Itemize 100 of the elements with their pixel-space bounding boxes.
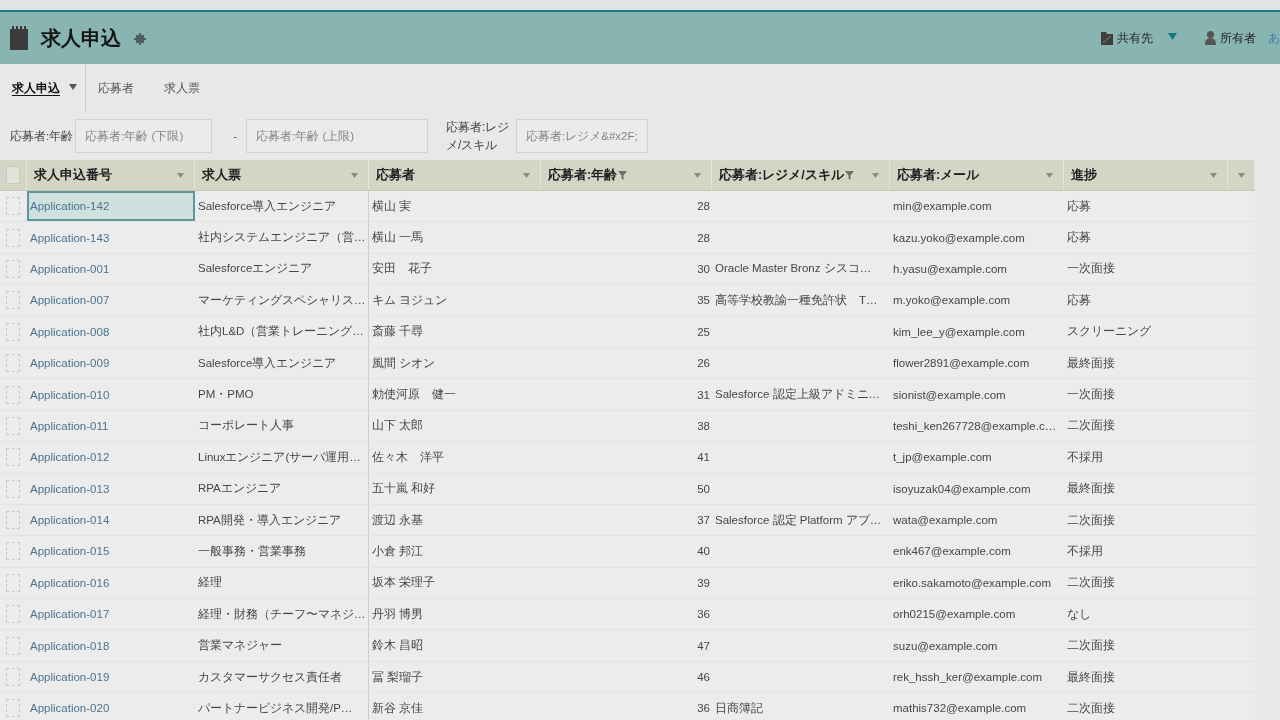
- application-link[interactable]: Application-142: [27, 191, 195, 222]
- share-button[interactable]: 共有先: [1101, 29, 1177, 47]
- column-header[interactable]: 応募者:メール: [890, 160, 1064, 190]
- column-header[interactable]: 求人申込番号: [27, 160, 195, 190]
- caret-icon[interactable]: [1237, 172, 1245, 178]
- table-cell: パートナービジネス開発/P…: [195, 693, 369, 720]
- table-cell-text: 最終面接: [1066, 669, 1116, 685]
- table-cell-text: 36: [696, 607, 711, 623]
- application-link[interactable]: Application-010: [27, 379, 195, 410]
- row-checkbox[interactable]: [6, 479, 20, 498]
- caret-icon: [1168, 32, 1177, 40]
- row-checkbox[interactable]: [6, 259, 20, 278]
- table-cell-text: 勅使河原 健一: [371, 387, 457, 403]
- row-checkbox[interactable]: [6, 322, 20, 341]
- application-link[interactable]: Application-009: [27, 347, 195, 379]
- row-checkbox[interactable]: [6, 699, 20, 718]
- table-cell-text: 風間 シオン: [371, 355, 437, 371]
- table-cell-text: h.yasu@example.com: [892, 261, 1008, 277]
- column-header[interactable]: 応募者:レジメ/スキル: [712, 160, 890, 190]
- table-cell-text: 応募: [1066, 198, 1092, 214]
- tab[interactable]: 求人申込: [0, 64, 86, 112]
- table-cell-text: eriko.sakamoto@example.com: [892, 575, 1053, 591]
- row-checkbox[interactable]: [6, 354, 20, 373]
- table-cell-text: 最終面接: [1066, 355, 1116, 371]
- table-cell: Linuxエンジニア(サーバ運用…: [195, 442, 369, 473]
- row-checkbox[interactable]: [6, 448, 20, 467]
- table-cell-text: 35: [696, 293, 711, 309]
- row-checkbox[interactable]: [6, 228, 20, 247]
- application-link[interactable]: Application-014: [27, 504, 195, 536]
- table-cell-text: 日商簿記: [714, 700, 764, 716]
- row-checkbox[interactable]: [6, 511, 20, 530]
- row-checkbox[interactable]: [6, 668, 20, 687]
- filter-label: 応募者:年齢: [10, 128, 74, 144]
- caret-icon: [69, 84, 77, 90]
- row-checkbox[interactable]: [6, 416, 20, 435]
- range-separator: -: [233, 130, 238, 142]
- table-cell-text: 小倉 邦江: [371, 544, 425, 559]
- column-header[interactable]: 求人票: [195, 160, 369, 190]
- application-link[interactable]: Application-007: [27, 285, 195, 316]
- table-cell-text: Salesforce 認定 Platform アプ…: [714, 512, 883, 528]
- row-checkbox[interactable]: [6, 573, 20, 592]
- application-link[interactable]: Application-001: [27, 253, 195, 285]
- table-cell-text: 二次面接: [1066, 638, 1116, 654]
- row-checkbox[interactable]: [6, 385, 20, 404]
- row-checkbox[interactable]: [6, 636, 20, 655]
- caret-icon: [523, 172, 530, 178]
- table-cell-text: 五十嵐 和好: [371, 481, 437, 497]
- application-link[interactable]: Application-011: [27, 410, 195, 442]
- table-cell-text: 二次面接: [1066, 418, 1116, 434]
- table-cell-text: 28: [696, 199, 711, 215]
- owner-label: 所有者: [1220, 29, 1256, 47]
- application-link[interactable]: Application-016: [27, 567, 195, 599]
- table-cell-text: 一次面接: [1066, 261, 1116, 277]
- application-link[interactable]: Application-017: [27, 599, 195, 630]
- input-field[interactable]: 応募者:年齢 (下限): [75, 119, 213, 153]
- table-cell-text: 渡辺 永基: [371, 512, 425, 528]
- row-checkbox[interactable]: [6, 605, 20, 624]
- caret-icon: [872, 172, 879, 178]
- table-cell-text: 39: [696, 575, 711, 591]
- select-all-checkbox[interactable]: [6, 166, 20, 184]
- application-link[interactable]: Application-013: [27, 473, 195, 504]
- application-link[interactable]: Application-015: [27, 536, 195, 567]
- application-link[interactable]: Application-018: [27, 630, 195, 661]
- tab[interactable]: 求人票: [164, 64, 200, 112]
- column-header[interactable]: 進捗: [1064, 160, 1228, 190]
- table-cell-text: Salesforce 認定上級アドミニ…: [714, 387, 882, 403]
- table-cell-text: 40: [696, 544, 711, 560]
- caret-icon: [1046, 172, 1053, 178]
- column-header[interactable]: 応募者:年齢: [541, 160, 712, 190]
- row-checkbox[interactable]: [6, 197, 20, 216]
- table-cell-text: 応募: [1066, 292, 1092, 308]
- gear-icon[interactable]: [134, 33, 146, 45]
- application-link[interactable]: Application-020: [27, 693, 195, 720]
- table-cell: 経理: [195, 567, 369, 599]
- input-field[interactable]: 応募者:レジメ&#x2F;: [516, 119, 649, 153]
- caret-icon: [177, 172, 184, 178]
- table-cell-text: 横山 一馬: [371, 230, 425, 246]
- row-checkbox[interactable]: [6, 291, 20, 310]
- application-link[interactable]: Application-143: [27, 222, 195, 253]
- table-cell: RPA開発・導入エンジニア: [195, 504, 369, 536]
- table-cell-text: mathis732@example.com: [892, 701, 1028, 717]
- table-cell-text: wata@example.com: [892, 513, 999, 529]
- table-cell-text: suzu@example.com: [892, 638, 999, 654]
- row-checkbox[interactable]: [6, 542, 20, 561]
- table-cell-text: kim_lee_y@example.com: [892, 324, 1026, 340]
- tab[interactable]: 応募者: [98, 64, 134, 112]
- application-link[interactable]: Application-008: [27, 316, 195, 347]
- table-cell-text: 25: [696, 324, 711, 340]
- table-cell-text: 坂本 栄理子: [371, 575, 437, 591]
- table-cell: コーポレート人事: [195, 410, 369, 442]
- input-field[interactable]: 応募者:年齢 (上限): [246, 119, 429, 153]
- table-cell-text: 二次面接: [1066, 575, 1116, 591]
- application-link[interactable]: Application-012: [27, 442, 195, 473]
- application-link[interactable]: Application-019: [27, 661, 195, 693]
- table-cell-text: キム ヨジュン: [371, 292, 449, 308]
- table-cell-text: 佐々木 洋平: [371, 449, 445, 465]
- column-header[interactable]: 応募者: [369, 160, 541, 190]
- table-cell-text: orh0215@example.com: [892, 607, 1017, 623]
- table-cell-text: 一次面接: [1066, 387, 1116, 403]
- table-cell-text: 応募: [1066, 230, 1092, 246]
